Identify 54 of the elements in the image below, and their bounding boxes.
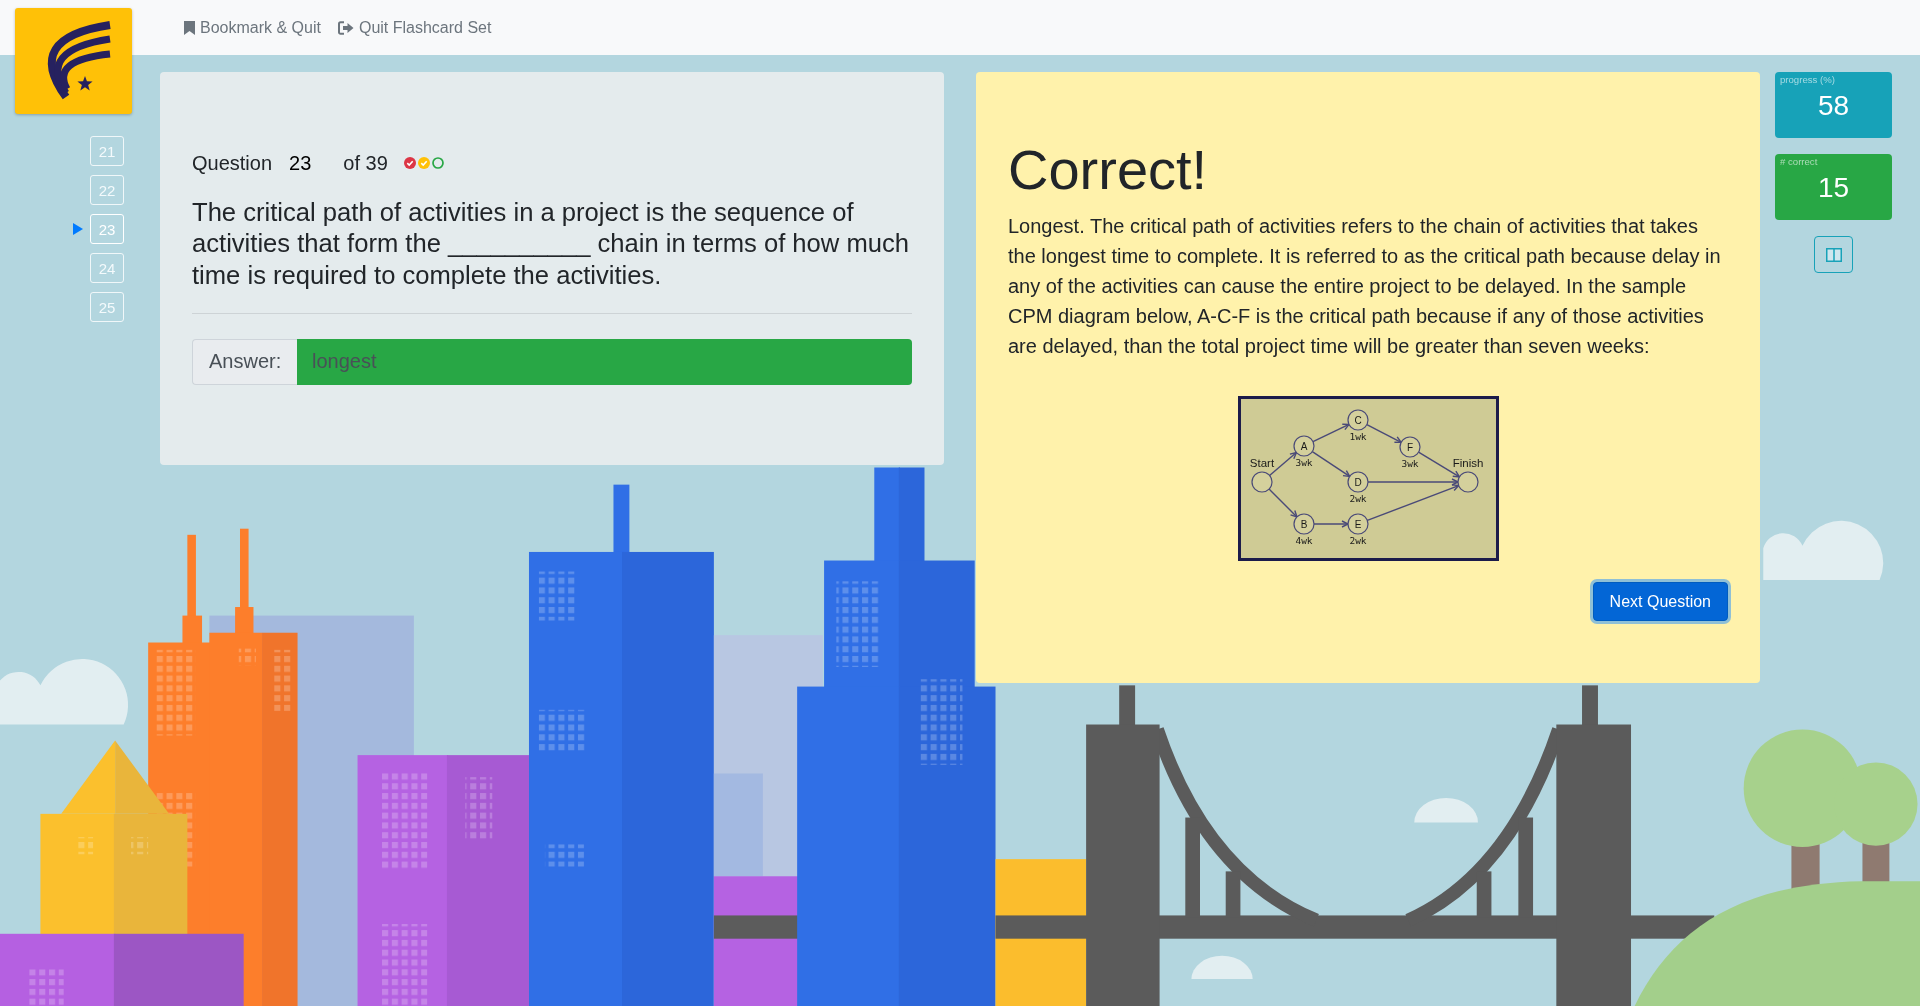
node-label: Start bbox=[1249, 457, 1274, 469]
question-number-button[interactable]: 23 bbox=[90, 214, 124, 244]
question-label: Question bbox=[192, 151, 273, 176]
feedback-title: Correct! bbox=[1008, 137, 1209, 203]
answer-label: Answer: bbox=[192, 338, 297, 385]
sign-out-icon bbox=[337, 20, 354, 35]
answer-field[interactable]: longest bbox=[297, 338, 912, 385]
quit-set-link[interactable]: Quit Flashcard Set bbox=[337, 18, 492, 37]
logo[interactable] bbox=[15, 8, 132, 114]
arrow bbox=[1365, 423, 1402, 444]
bookmark-quit-link[interactable]: Bookmark & Quit bbox=[184, 18, 321, 37]
question-number-button[interactable]: 21 bbox=[90, 136, 124, 166]
stat-label: progress (%) bbox=[1780, 74, 1835, 86]
duration-label: 4wk bbox=[1294, 535, 1313, 546]
stat-value: 58 bbox=[1817, 90, 1850, 122]
node-circle bbox=[1456, 471, 1479, 493]
node-circle bbox=[1398, 436, 1421, 458]
duration-label: 2wk bbox=[1348, 493, 1367, 504]
node-label: F bbox=[1406, 441, 1413, 453]
node-label: A bbox=[1300, 440, 1307, 452]
bookmark-icon bbox=[184, 20, 195, 35]
node-label: B bbox=[1300, 518, 1307, 530]
question-number: 23 bbox=[289, 151, 312, 176]
duration-label: 3wk bbox=[1294, 457, 1313, 468]
cloud bbox=[1191, 955, 1253, 980]
explanation-text: Longest. The critical path of activities refers to the chain of activities that takes the longest time to complete. It is referred to as the critical path because delay in any of the activities can cause the entire project to be delayed. In the sample CPM diagram below, A-C-F is the critical path because if any of those activities are delayed, than the total project time will be greater than seven weeks: bbox=[1008, 214, 1722, 359]
columns-icon bbox=[1825, 247, 1842, 262]
stat-value: 15 bbox=[1817, 172, 1850, 204]
node-circle bbox=[1346, 513, 1369, 535]
node-circle bbox=[1292, 435, 1315, 457]
stat-label: # correct bbox=[1780, 156, 1818, 168]
duration-label: 2wk bbox=[1348, 535, 1367, 546]
pointer-icon bbox=[73, 223, 83, 235]
question-text: The critical path of activities in a project is the sequence of activities that form the __________ chain in terms of how much time is required to complete the activities. bbox=[192, 197, 910, 291]
node-label: Finish bbox=[1452, 457, 1483, 469]
node-circle bbox=[1346, 471, 1369, 493]
arrow bbox=[1311, 423, 1350, 443]
question-number-button[interactable]: 22 bbox=[90, 175, 124, 205]
arrow bbox=[1312, 520, 1350, 528]
node-circle bbox=[1250, 471, 1273, 493]
duration-label: 1wk bbox=[1348, 431, 1367, 442]
arrow bbox=[1311, 450, 1351, 478]
duration-label: 3wk bbox=[1400, 458, 1419, 469]
question-number-button[interactable]: 24 bbox=[90, 253, 124, 283]
node-label: C bbox=[1353, 414, 1362, 426]
arrow bbox=[1267, 488, 1298, 519]
node-label: D bbox=[1353, 476, 1362, 488]
node-circle bbox=[1292, 513, 1315, 535]
node-circle bbox=[1346, 409, 1369, 431]
next-question-button[interactable]: Next Question bbox=[1592, 582, 1728, 621]
cloud bbox=[1414, 798, 1478, 823]
question-number-button[interactable]: 25 bbox=[90, 292, 124, 322]
node-label: E bbox=[1354, 518, 1361, 530]
question-total: of 39 bbox=[343, 151, 388, 176]
